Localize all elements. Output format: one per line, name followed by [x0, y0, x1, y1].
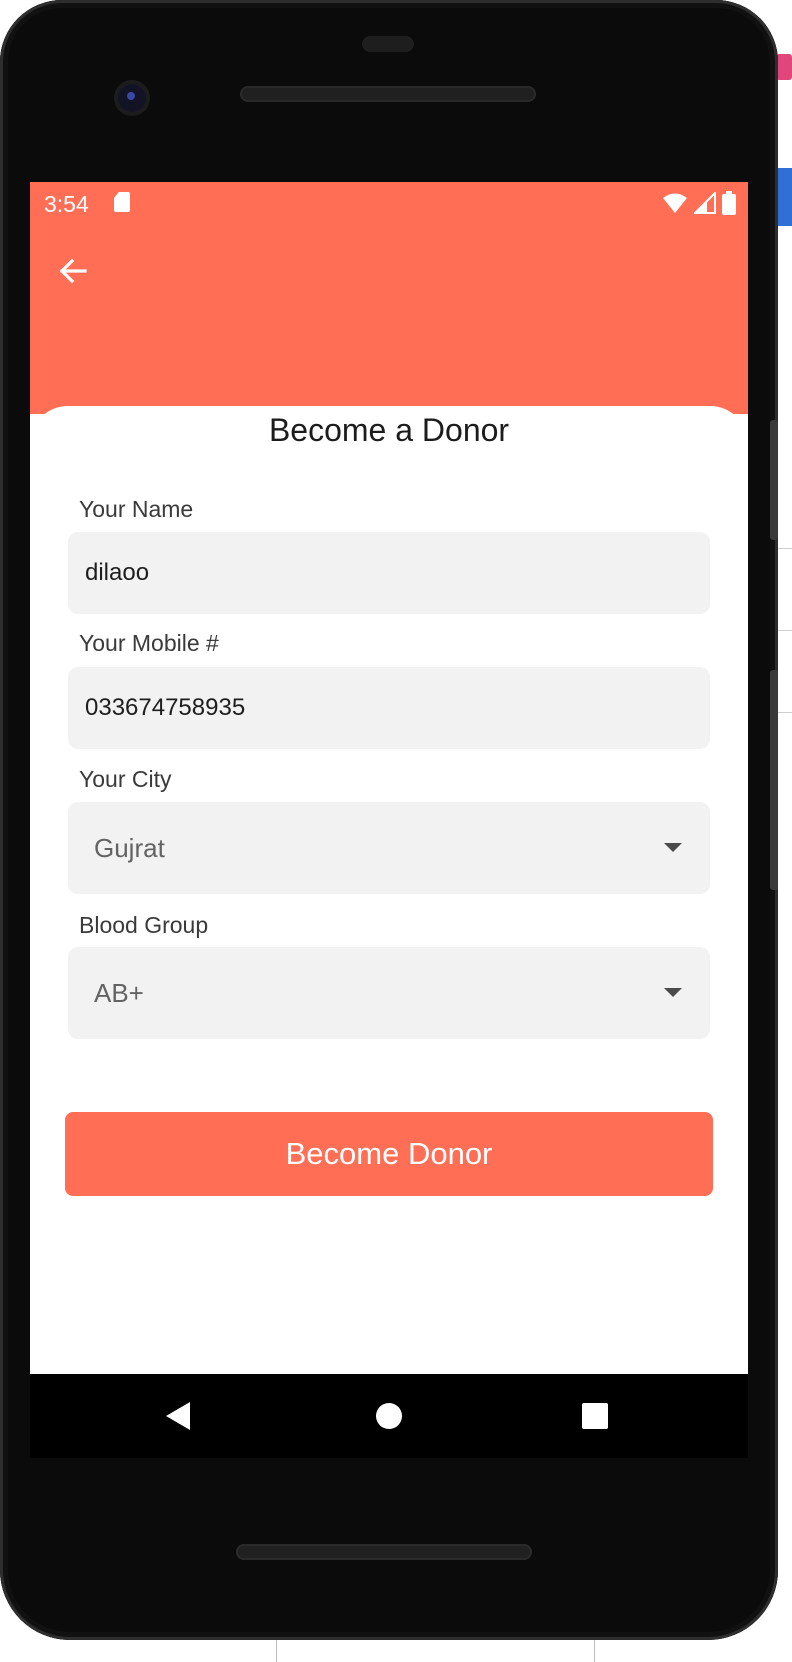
- city-label: Your City: [79, 766, 172, 792]
- top-speaker: [240, 86, 536, 102]
- power-button: [770, 420, 778, 540]
- status-icons: [662, 190, 736, 216]
- form-title: Become a Donor: [268, 412, 510, 448]
- name-label: Your Name: [79, 496, 194, 522]
- status-bar: 3:54: [30, 182, 748, 224]
- blood-group-label: Blood Group: [79, 912, 209, 938]
- nav-home-icon[interactable]: [376, 1403, 402, 1429]
- arrow-back-icon[interactable]: [56, 254, 90, 288]
- dropdown-arrow-icon: [664, 843, 682, 852]
- app-bar: [30, 224, 748, 414]
- sd-card-icon: [114, 192, 130, 212]
- city-selected-value: Gujrat: [94, 832, 165, 863]
- name-input[interactable]: dilaoo: [68, 532, 710, 614]
- battery-icon: [722, 191, 736, 215]
- wifi-icon: [663, 193, 687, 213]
- mobile-input[interactable]: 033674758935: [68, 667, 710, 749]
- desktop: 3:54 Become a Donor Your Name dilaoo You…: [0, 0, 792, 1662]
- signal-icon: [694, 192, 716, 214]
- nav-recents-icon[interactable]: [582, 1403, 608, 1429]
- navigation-bar: [30, 1374, 748, 1458]
- blood-group-selected-value: AB+: [94, 977, 144, 1008]
- phone-screen: 3:54 Become a Donor Your Name dilaoo You…: [30, 182, 748, 1374]
- earpiece-slot: [362, 36, 414, 52]
- dropdown-arrow-icon: [664, 988, 682, 997]
- mobile-label: Your Mobile #: [79, 630, 219, 656]
- status-time: 3:54: [44, 191, 89, 217]
- volume-button: [770, 670, 778, 890]
- become-donor-button[interactable]: Become Donor: [65, 1112, 713, 1196]
- nav-back-icon[interactable]: [166, 1402, 190, 1430]
- bottom-speaker: [236, 1544, 532, 1560]
- front-camera: [114, 80, 150, 116]
- background-blue-strip: [778, 168, 792, 226]
- background-app-icon: [776, 54, 792, 80]
- city-dropdown[interactable]: Gujrat: [68, 802, 710, 894]
- blood-group-dropdown[interactable]: AB+: [68, 947, 710, 1039]
